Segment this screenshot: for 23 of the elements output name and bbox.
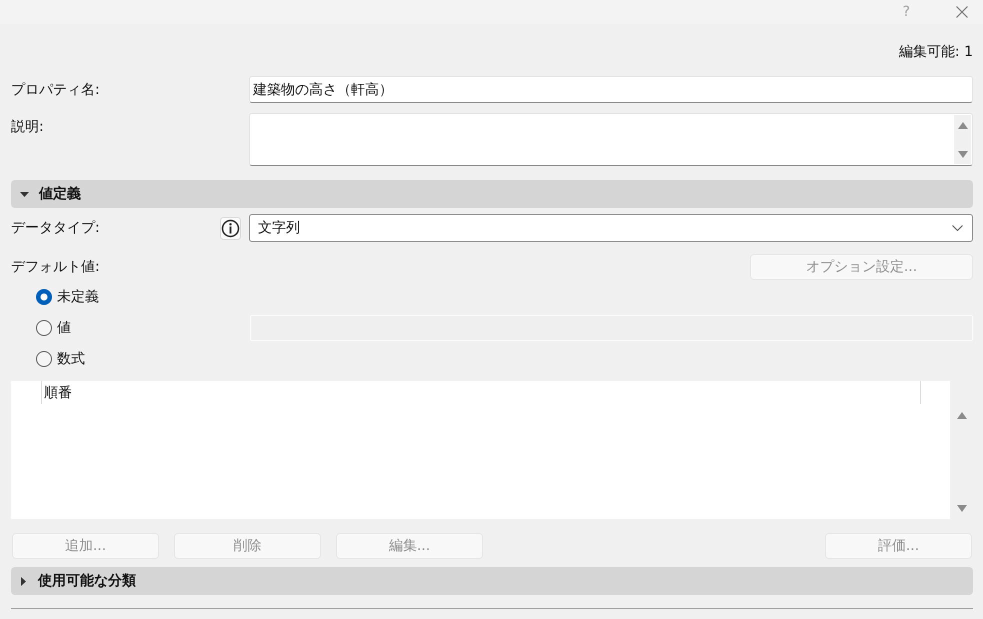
section-header[interactable]: 値定義: [11, 180, 973, 208]
section-header[interactable]: 使用可能な分類: [11, 567, 973, 595]
scroll-up-icon[interactable]: [956, 412, 966, 419]
radio-option[interactable]: 値: [36, 315, 71, 341]
field-label: デフォルト値:: [11, 258, 100, 276]
info-icon[interactable]: [220, 216, 241, 240]
scroll-up-icon[interactable]: [958, 122, 968, 129]
list-box[interactable]: 順番: [11, 381, 950, 519]
chevron-down-icon: [952, 225, 963, 231]
field-label: プロパティ名:: [11, 80, 100, 98]
field-label: 説明:: [11, 118, 44, 136]
radio-option[interactable]: 未定義: [36, 284, 99, 310]
scrollbar[interactable]: [954, 115, 971, 164]
radio-option[interactable]: 数式: [36, 346, 85, 372]
description-field[interactable]: [249, 113, 973, 166]
close-icon[interactable]: [956, 6, 968, 18]
column-header[interactable]: 順番: [42, 381, 921, 404]
data-type-dropdown[interactable]: 文字列: [249, 214, 973, 242]
edit-status-text: 編集可能: 1: [898, 43, 973, 61]
scroll-down-icon[interactable]: [958, 151, 968, 158]
scroll-down-icon[interactable]: [956, 505, 966, 512]
field-label: データタイプ:: [11, 219, 100, 237]
name-field[interactable]: 建築物の高さ（軒高）: [249, 76, 973, 103]
